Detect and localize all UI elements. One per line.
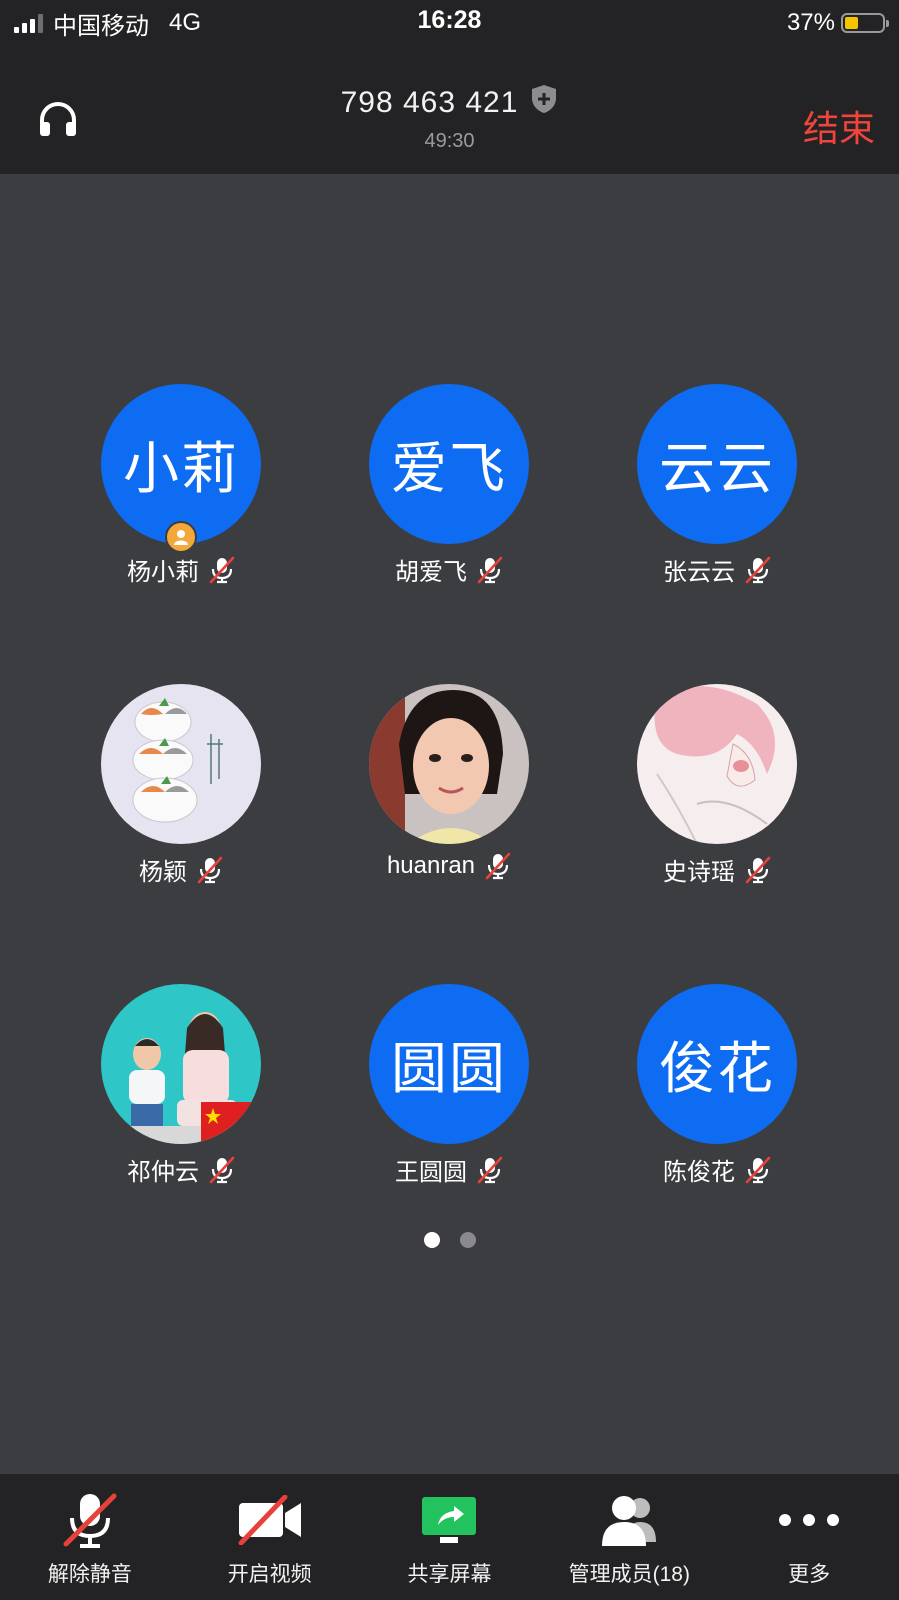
- participant-name: 张云云: [663, 559, 735, 586]
- more-button[interactable]: 更多: [719, 1474, 899, 1600]
- mother-child-flag-avatar: [101, 984, 261, 1144]
- avatar: 小莉: [101, 384, 261, 544]
- mic-muted-icon: [477, 1156, 503, 1184]
- participant-tile[interactable]: 史诗瑶: [587, 684, 847, 887]
- host-icon: [165, 521, 197, 553]
- mic-muted-icon: [745, 1156, 771, 1184]
- status-bar: 中国移动 4G 16:28 37%: [0, 0, 899, 46]
- participant-name: 杨小莉: [127, 559, 199, 586]
- mic-muted-icon: [209, 556, 235, 584]
- avatar: 爱飞: [369, 384, 529, 544]
- participant-name: 史诗瑶: [663, 859, 735, 886]
- battery-icon: [841, 13, 889, 33]
- share-screen-button[interactable]: 共享屏幕: [360, 1474, 540, 1600]
- mic-muted-icon: [477, 556, 503, 584]
- participant-tile[interactable]: 云云 张云云: [587, 384, 847, 587]
- avatar: 圆圆: [369, 984, 529, 1144]
- start-video-label: 开启视频: [227, 1563, 312, 1586]
- participant-name: huanran: [386, 852, 476, 879]
- participant-tile[interactable]: 爱飞 胡爱飞: [319, 384, 579, 587]
- participant-tile[interactable]: 小莉 杨小莉: [51, 384, 311, 587]
- mic-muted-icon: [485, 852, 511, 880]
- end-meeting-button[interactable]: 结束: [803, 100, 875, 152]
- status-time: 16:28: [417, 6, 482, 34]
- participant-tile[interactable]: 杨颖: [51, 684, 311, 887]
- more-label: 更多: [788, 1563, 831, 1586]
- avatar: 云云: [637, 384, 797, 544]
- share-screen-label: 共享屏幕: [407, 1563, 492, 1586]
- participant-name: 王圆圆: [395, 1159, 467, 1186]
- participant-tile[interactable]: huanran: [319, 684, 579, 880]
- video-off-icon: [180, 1488, 360, 1552]
- participant-tile[interactable]: 圆圆 王圆圆: [319, 984, 579, 1187]
- mic-muted-icon: [209, 1156, 235, 1184]
- mic-muted-icon: [745, 856, 771, 884]
- pink-hair-anime-avatar: [637, 684, 797, 844]
- mic-muted-icon: [197, 856, 223, 884]
- meeting-header: 798 463 421 49:30 结束: [0, 46, 899, 174]
- participant-tile[interactable]: 俊花 陈俊花: [587, 984, 847, 1187]
- cartoon-cats-avatar: [101, 684, 261, 844]
- mic-muted-icon: [0, 1488, 180, 1552]
- woman-portrait-avatar: [369, 684, 529, 844]
- participant-tile[interactable]: 祁仲云: [51, 984, 311, 1187]
- participant-name: 祁仲云: [127, 1159, 199, 1186]
- mic-muted-icon: [745, 556, 771, 584]
- participant-name: 杨颖: [139, 859, 187, 886]
- page-dot-2[interactable]: [459, 1232, 476, 1248]
- battery-percent: 37%: [786, 9, 835, 36]
- share-screen-icon: [360, 1488, 540, 1552]
- members-icon: [539, 1488, 719, 1552]
- participant-name: 陈俊花: [663, 1159, 735, 1186]
- meeting-id: 798 463 421: [340, 86, 519, 119]
- manage-members-button[interactable]: 管理成员(18): [539, 1474, 719, 1600]
- manage-members-label: 管理成员(18): [568, 1563, 690, 1586]
- page-indicator: [0, 1232, 899, 1248]
- shield-icon[interactable]: [530, 84, 558, 122]
- unmute-label: 解除静音: [47, 1563, 132, 1586]
- more-dots-icon: [719, 1488, 899, 1552]
- unmute-button[interactable]: 解除静音: [0, 1474, 180, 1600]
- avatar: 俊花: [637, 984, 797, 1144]
- page-dot-1[interactable]: [423, 1232, 440, 1248]
- start-video-button[interactable]: 开启视频: [180, 1474, 360, 1600]
- participant-name: 胡爱飞: [395, 559, 467, 586]
- meeting-toolbar: 解除静音 开启视频 共享屏幕 管理成员(18) 更多: [0, 1474, 899, 1600]
- meeting-duration: 49:30: [424, 130, 475, 152]
